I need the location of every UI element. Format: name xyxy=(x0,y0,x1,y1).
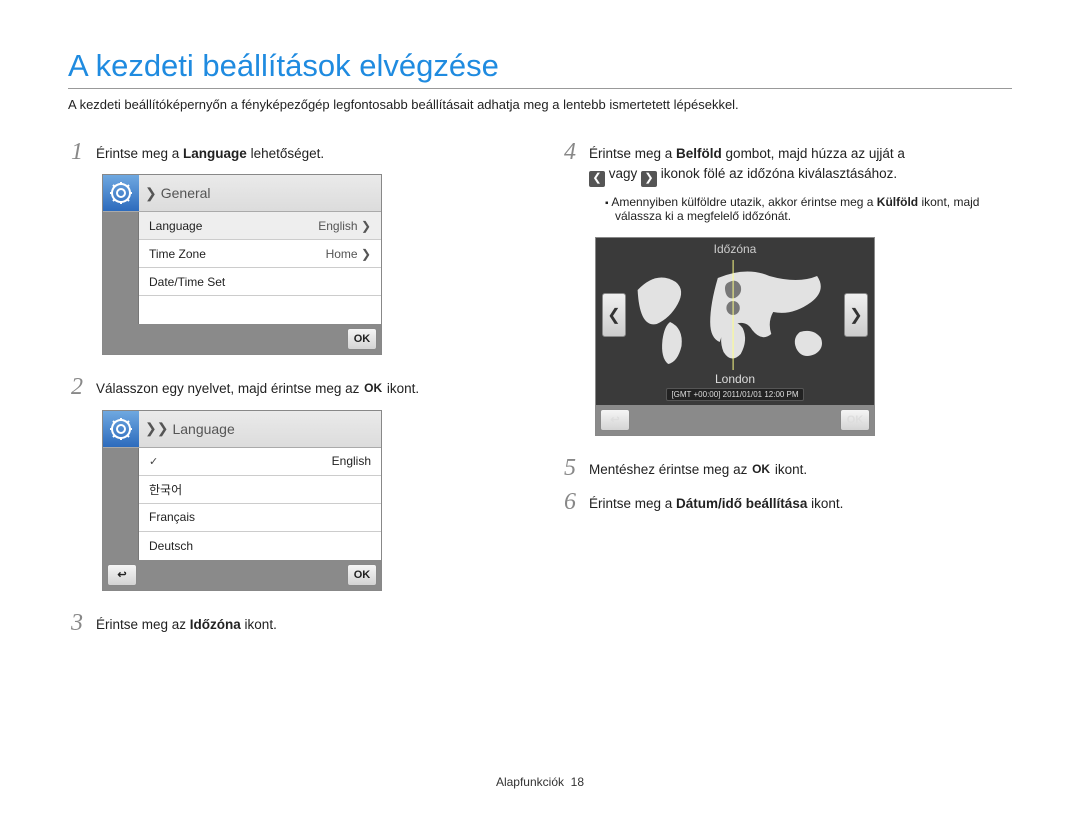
world-map[interactable] xyxy=(630,260,840,370)
step-6-bold: Dátum/idő beállítása xyxy=(676,496,807,511)
lang-option-english[interactable]: English xyxy=(139,448,381,476)
row-empty xyxy=(139,296,381,324)
general-panel-screenshot: ❯ General Language English ❯ Time Zone H… xyxy=(102,174,382,355)
ok-icon: OK xyxy=(751,460,771,478)
timezone-panel-screenshot: Időzóna ❮ xyxy=(595,237,875,436)
step-number: 5 xyxy=(561,456,579,480)
chevron-right-icon: ❯ xyxy=(361,219,371,233)
lang-option-german[interactable]: Deutsch xyxy=(139,532,381,560)
option-label: Français xyxy=(149,510,195,524)
back-arrow-icon: ↩ xyxy=(117,568,126,581)
back-arrow-icon: ↩ xyxy=(610,413,619,426)
step-4-note: Amennyiben külföldre utazik, akkor érint… xyxy=(605,195,1012,223)
step-3: 3 Érintse meg az Időzóna ikont. xyxy=(68,611,519,635)
step-6-pre: Érintse meg a xyxy=(589,496,676,511)
chevron-right-icon: ❯❯ xyxy=(145,420,168,437)
row-value: English xyxy=(318,219,357,233)
lang-option-french[interactable]: Français xyxy=(139,504,381,532)
step-1: 1 Érintse meg a Language lehetőséget. xyxy=(68,140,519,164)
step-5-post: ikont. xyxy=(771,462,807,477)
step-5-pre: Mentéshez érintse meg az xyxy=(589,462,751,477)
map-arrow-right-button[interactable]: ❯ xyxy=(844,293,868,337)
intro-text: A kezdeti beállítóképernyőn a fényképező… xyxy=(68,97,1012,112)
step-5: 5 Mentéshez érintse meg az OK ikont. xyxy=(561,456,1012,480)
row-value: Home xyxy=(326,247,358,261)
row-label: Time Zone xyxy=(149,247,206,261)
note-bold: Külföld xyxy=(877,195,918,209)
step-3-pre: Érintse meg az xyxy=(96,617,190,632)
ok-button[interactable]: OK xyxy=(347,328,377,350)
step-4-l1-pre: Érintse meg a xyxy=(589,146,676,161)
step-number: 4 xyxy=(561,140,579,164)
step-4-l2-mid: vagy xyxy=(605,166,641,181)
note-pre: Amennyiben külföldre utazik, akkor érint… xyxy=(611,195,876,209)
step-4: 4 Érintse meg a Belföld gombot, majd húz… xyxy=(561,140,1012,185)
crumb-label: General xyxy=(161,185,211,201)
step-4-l2-end: ikonok fölé az időzóna kiválasztásához. xyxy=(657,166,897,181)
ok-button[interactable]: OK xyxy=(347,564,377,586)
gear-icon xyxy=(103,175,139,211)
timezone-gmt: [GMT +00:00] 2011/01/01 12:00 PM xyxy=(666,388,803,401)
step-number: 2 xyxy=(68,375,86,399)
arrow-right-icon: ❯ xyxy=(641,171,657,187)
step-1-bold: Language xyxy=(183,146,247,161)
left-column: 1 Érintse meg a Language lehetőséget. ❯ … xyxy=(68,140,519,645)
step-1-pre: Érintse meg a xyxy=(96,146,183,161)
chevron-right-icon: ❯ xyxy=(361,247,371,261)
back-button[interactable]: ↩ xyxy=(107,564,137,586)
row-label: Language xyxy=(149,219,202,233)
step-number: 6 xyxy=(561,490,579,514)
gear-icon xyxy=(103,411,139,447)
step-number: 3 xyxy=(68,611,86,635)
option-label: English xyxy=(332,454,371,468)
arrow-left-icon: ❮ xyxy=(589,171,605,187)
step-4-l1-bold: Belföld xyxy=(676,146,722,161)
ok-icon: OK xyxy=(363,379,383,397)
step-4-l1-post: gombot, majd húzza az ujját a xyxy=(722,146,905,161)
crumb-label: Language xyxy=(172,421,234,437)
timezone-title: Időzóna xyxy=(714,238,757,260)
ok-button[interactable]: OK xyxy=(840,409,870,431)
right-column: 4 Érintse meg a Belföld gombot, majd húz… xyxy=(561,140,1012,645)
row-label: Date/Time Set xyxy=(149,275,225,289)
page-title: A kezdeti beállítások elvégzése xyxy=(68,48,1012,84)
step-2-post: ikont. xyxy=(383,381,419,396)
breadcrumb: ❯❯ Language xyxy=(139,411,381,447)
option-label: Deutsch xyxy=(149,539,193,553)
step-6-post: ikont. xyxy=(807,496,843,511)
language-panel-screenshot: ❯❯ Language English 한국어 Français Deutsch… xyxy=(102,410,382,591)
row-datetime[interactable]: Date/Time Set xyxy=(139,268,381,296)
timezone-city: London xyxy=(715,372,755,386)
step-3-post: ikont. xyxy=(241,617,277,632)
breadcrumb: ❯ General xyxy=(139,175,381,211)
row-language[interactable]: Language English ❯ xyxy=(139,212,381,240)
step-3-bold: Időzóna xyxy=(190,617,241,632)
side-strip xyxy=(103,212,139,324)
title-rule xyxy=(68,88,1012,89)
step-2: 2 Válasszon egy nyelvet, majd érintse me… xyxy=(68,375,519,399)
step-2-pre: Válasszon egy nyelvet, majd érintse meg … xyxy=(96,381,363,396)
chevron-right-icon: ❯ xyxy=(145,185,157,202)
step-number: 1 xyxy=(68,140,86,164)
option-label: 한국어 xyxy=(149,481,182,498)
back-button[interactable]: ↩ xyxy=(600,409,630,431)
step-1-post: lehetőséget. xyxy=(247,146,324,161)
step-6: 6 Érintse meg a Dátum/idő beállítása iko… xyxy=(561,490,1012,514)
map-arrow-left-button[interactable]: ❮ xyxy=(602,293,626,337)
footer-page: 18 xyxy=(571,775,584,789)
row-timezone[interactable]: Time Zone Home ❯ xyxy=(139,240,381,268)
lang-option-korean[interactable]: 한국어 xyxy=(139,476,381,504)
footer-label: Alapfunkciók xyxy=(496,775,564,789)
side-strip xyxy=(103,448,139,560)
page-footer: Alapfunkciók 18 xyxy=(0,775,1080,789)
